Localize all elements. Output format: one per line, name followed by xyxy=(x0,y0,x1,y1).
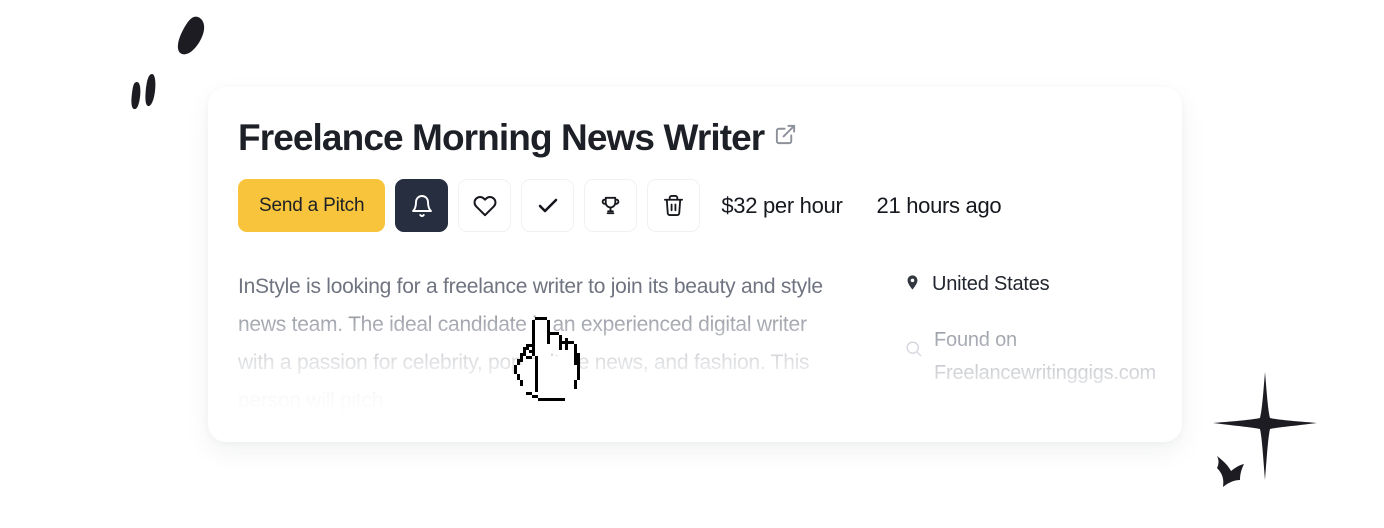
source-row: Found on Freelancewritinggigs.com xyxy=(904,325,1156,391)
check-icon xyxy=(538,198,558,213)
job-description: InStyle is looking for a freelance write… xyxy=(238,275,823,413)
map-pin-icon xyxy=(907,275,918,291)
notify-button[interactable] xyxy=(395,179,449,233)
search-icon xyxy=(906,341,922,357)
bell-icon xyxy=(411,194,432,217)
source-site-text: Freelancewritinggigs.com xyxy=(934,362,1156,385)
favorite-button[interactable] xyxy=(458,179,512,233)
location-text: United States xyxy=(932,273,1050,296)
title-row: Freelance Morning News Writer xyxy=(238,117,1148,158)
info-column: United States Found on Freelancewritingg… xyxy=(872,268,1156,437)
location-row: United States xyxy=(904,271,1156,298)
doodle-sparkle-star xyxy=(1213,372,1317,487)
source-text-block: Found on Freelancewritinggigs.com xyxy=(934,325,1156,391)
send-a-pitch-button[interactable]: Send a Pitch xyxy=(238,179,386,233)
source-prefix-text: Found on xyxy=(934,329,1017,352)
action-bar: Send a Pitch $32 per hour 21 hours ago xyxy=(238,179,1148,233)
delete-button[interactable] xyxy=(647,179,701,233)
posted-time-text: 21 hours ago xyxy=(876,192,1002,218)
award-button[interactable] xyxy=(584,179,638,233)
heart-icon xyxy=(473,195,497,217)
trash-icon xyxy=(664,195,684,217)
trophy-icon xyxy=(602,197,620,215)
external-link-icon[interactable] xyxy=(774,123,797,146)
page-title: Freelance Morning News Writer xyxy=(238,117,765,158)
rate-text: $32 per hour xyxy=(721,192,843,218)
job-card: Freelance Morning News Writer Send a Pit… xyxy=(208,87,1182,442)
description-column: InStyle is looking for a freelance write… xyxy=(238,268,856,433)
card-body: InStyle is looking for a freelance write… xyxy=(238,268,1156,437)
mark-applied-button[interactable] xyxy=(521,179,575,233)
